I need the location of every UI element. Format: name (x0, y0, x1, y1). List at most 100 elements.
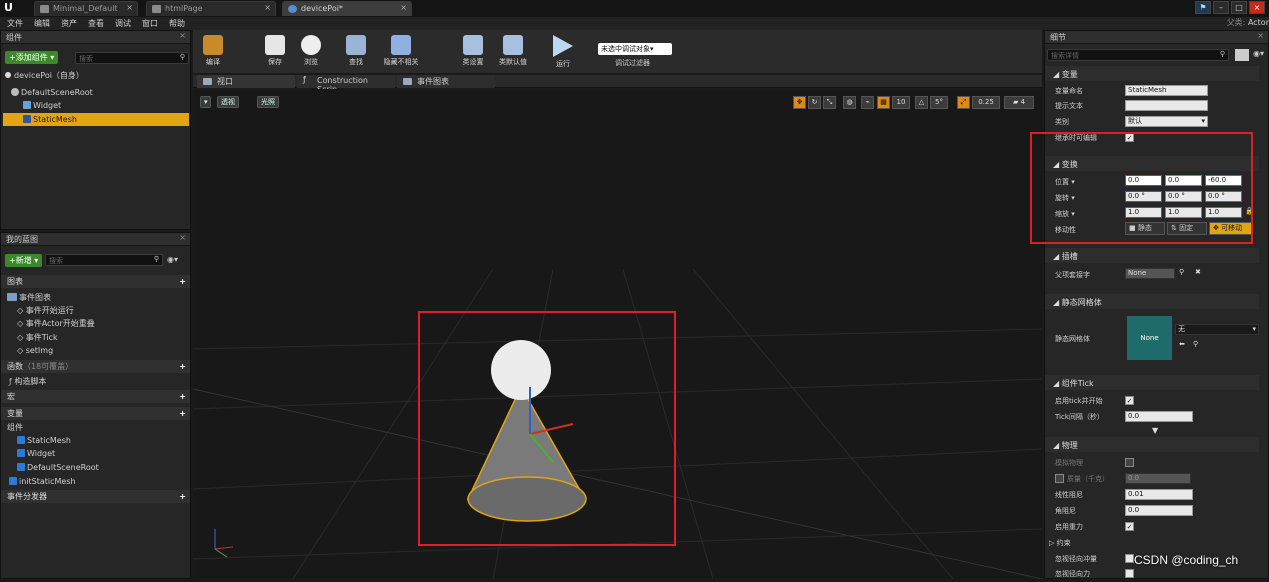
scale-snap-icon[interactable]: ⤢ (957, 96, 970, 109)
rotation-snap-icon[interactable]: △ (915, 96, 928, 109)
grid-snap-value[interactable]: 10 (892, 96, 910, 109)
new-button[interactable]: +新增 ▾ (5, 254, 43, 267)
close-icon[interactable]: × (400, 3, 407, 12)
blueprint-search-input[interactable]: 搜索 ⚲ (45, 254, 163, 266)
rotation-snap-value[interactable]: 5° (930, 96, 948, 109)
search-icon[interactable]: ⚲ (1179, 268, 1184, 276)
browse-asset-icon[interactable]: ⚲ (1193, 340, 1198, 348)
var-name-input[interactable]: StaticMesh (1125, 85, 1208, 96)
tab-devicepoi[interactable]: devicePoi* × (282, 1, 412, 16)
gravity-checkbox[interactable]: ✓ (1125, 522, 1134, 531)
find-button[interactable]: 查找 (338, 30, 374, 70)
menu-asset[interactable]: 资产 (61, 18, 77, 29)
viewport[interactable]: ▾ 透视 光照 (193, 89, 1042, 579)
perspective-button[interactable]: 透视 (217, 96, 239, 108)
tab-construction-script[interactable]: ƒConstruction Scrip (297, 75, 395, 94)
var-item[interactable]: DefaultSceneRoot (17, 461, 99, 474)
eye-icon[interactable]: ◉▾ (167, 255, 178, 264)
play-button[interactable]: 运行 (545, 30, 581, 70)
menu-view[interactable]: 查看 (88, 18, 104, 29)
variable-section[interactable]: ◢ 变量 (1045, 66, 1259, 81)
linear-damping-input[interactable]: 0.01 (1125, 489, 1193, 500)
menu-file[interactable]: 文件 (7, 18, 23, 29)
menu-edit[interactable]: 编辑 (34, 18, 50, 29)
use-selected-icon[interactable]: ⬅ (1179, 340, 1185, 348)
macros-section[interactable]: 宏 + (1, 390, 190, 403)
tree-item-defaultsceneroot[interactable]: DefaultSceneRoot (11, 86, 189, 99)
details-search-input[interactable]: 搜索详情 ⚲ (1047, 49, 1229, 61)
property-matrix-icon[interactable] (1235, 49, 1249, 61)
event-graph-item[interactable]: 事件图表 (7, 291, 51, 304)
tree-item-widget[interactable]: Widget (23, 99, 189, 112)
lit-mode-button[interactable]: 光照 (257, 96, 279, 108)
expand-advanced-icon[interactable]: ▼ (1152, 426, 1158, 435)
view-options-icon[interactable]: ◉▾ (1253, 49, 1264, 58)
viewport-options-button[interactable]: ▾ (200, 96, 211, 108)
add-dispatcher-icon[interactable]: + (179, 490, 186, 503)
add-variable-icon[interactable]: + (179, 407, 186, 420)
component-tick-section[interactable]: ◢ 组件Tick (1045, 375, 1259, 390)
add-macro-icon[interactable]: + (179, 390, 186, 403)
tab-minimal-default[interactable]: Minimal_Default × (34, 1, 138, 16)
tick-start-checkbox[interactable]: ✓ (1125, 396, 1134, 405)
event-dispatchers-section[interactable]: 事件分发器 + (1, 490, 190, 503)
var-item[interactable]: StaticMesh (17, 434, 71, 447)
graphs-section[interactable]: 图表 + (1, 275, 190, 288)
static-mesh-section[interactable]: ◢ 静态网格体 (1045, 294, 1259, 309)
close-icon[interactable]: × (126, 3, 133, 12)
world-local-icon[interactable]: ◍ (843, 96, 856, 109)
tick-interval-input[interactable]: 0.0 (1125, 411, 1193, 422)
menu-window[interactable]: 窗口 (142, 18, 158, 29)
hide-unrelated-button[interactable]: 隐藏不相关 (377, 30, 425, 70)
ignore-radial-impulse-checkbox[interactable] (1125, 554, 1134, 563)
category-select[interactable]: 默认 ▾ (1125, 116, 1208, 127)
close-icon[interactable]: × (264, 3, 271, 12)
surface-snap-icon[interactable]: ⌁ (861, 96, 874, 109)
compile-button[interactable]: 编译 (195, 30, 231, 70)
components-search-input[interactable]: 搜索 ⚲ (75, 52, 189, 64)
simulate-physics-checkbox[interactable] (1125, 458, 1134, 467)
add-component-button[interactable]: +添加组件 ▾ (5, 51, 59, 64)
sockets-section[interactable]: ◢ 插槽 (1045, 248, 1259, 263)
static-mesh-thumbnail[interactable]: None (1127, 316, 1172, 360)
variables-section[interactable]: 变量 + (1, 407, 190, 420)
init-static-mesh-item[interactable]: initStaticMesh (9, 475, 189, 488)
parent-class-link[interactable]: Actor (1248, 18, 1269, 27)
ignore-radial-force-checkbox[interactable] (1125, 569, 1134, 578)
add-graph-icon[interactable]: + (179, 275, 186, 288)
rotate-icon[interactable]: ↻ (808, 96, 821, 109)
constraints-row[interactable]: ▷ 约束 (1045, 535, 1259, 551)
debug-object-select[interactable]: 未选中调试对象▾ (598, 43, 672, 55)
tab-event-graph[interactable]: 事件图表 (397, 75, 495, 88)
tab-viewport[interactable]: 视口 (197, 75, 295, 88)
minimize-button[interactable]: – (1213, 1, 1229, 14)
parent-socket-input[interactable]: None (1125, 268, 1175, 279)
translate-icon[interactable]: ✥ (793, 96, 806, 109)
self-item[interactable]: devicePoi（自身） (5, 69, 84, 82)
event-item[interactable]: ◇ 事件Actor开始重叠 (17, 317, 95, 330)
save-button[interactable]: 保存 (257, 30, 293, 70)
event-item[interactable]: ◇ 事件Tick (17, 331, 58, 344)
static-mesh-select[interactable]: 无 ▾ (1175, 324, 1259, 335)
tooltip-input[interactable] (1125, 100, 1208, 111)
tab-htmlpage[interactable]: htmlPage × (146, 1, 276, 16)
components-group[interactable]: 组件 (7, 421, 23, 434)
scale-snap-value[interactable]: 0.25 (972, 96, 1000, 109)
event-item[interactable]: ◇ 事件开始运行 (17, 304, 74, 317)
close-icon[interactable]: × (179, 31, 186, 40)
browse-button[interactable]: 浏览 (293, 30, 329, 70)
grid-snap-icon[interactable]: ▦ (877, 96, 890, 109)
class-settings-button[interactable]: 类设置 (455, 30, 491, 70)
mass-input[interactable]: 0.0 (1125, 473, 1191, 484)
user-icon[interactable]: ⚑ (1195, 1, 1211, 14)
menu-debug[interactable]: 调试 (115, 18, 131, 29)
add-function-icon[interactable]: + (179, 360, 186, 373)
close-icon[interactable]: × (1257, 31, 1264, 40)
functions-section[interactable]: 函数（18可覆盖） + (1, 360, 190, 373)
clear-icon[interactable]: ✖ (1195, 268, 1201, 276)
construction-script-item[interactable]: ƒ 构造脚本 (9, 375, 46, 388)
scale-icon[interactable]: ⤡ (823, 96, 836, 109)
menu-help[interactable]: 帮助 (169, 18, 185, 29)
var-item[interactable]: Widget (17, 447, 55, 460)
physics-section[interactable]: ◢ 物理 (1045, 437, 1259, 452)
